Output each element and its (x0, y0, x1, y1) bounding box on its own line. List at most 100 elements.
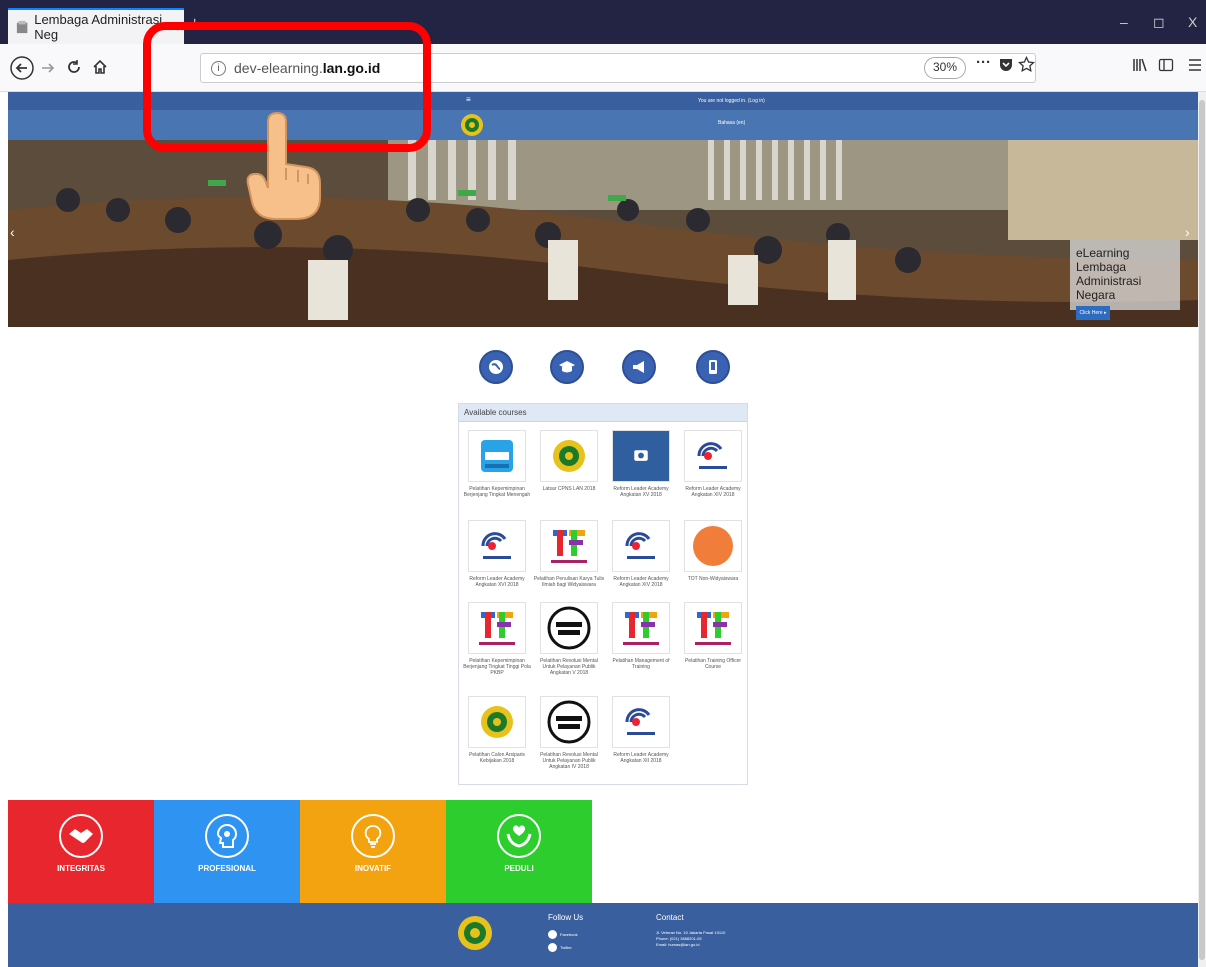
revolusi-logo-icon[interactable] (540, 696, 598, 748)
handshake-icon (59, 814, 103, 858)
lightbulb-icon (351, 814, 395, 858)
course-name[interactable]: Reform Leader Academy Angkatan XVI 2018 (461, 576, 533, 588)
value-profesional[interactable]: PROFESIONAL (154, 800, 300, 903)
course-name[interactable]: Reform Leader Academy Angkatan XIV 2018 (677, 486, 749, 498)
contact-email[interactable]: Email: humas@lan.go.id (656, 942, 725, 948)
course-name[interactable]: Pelatihan Calon Arsiparis Kebijakan 2018 (461, 752, 533, 764)
course-name[interactable]: Pelatihan Kepemimpinan Berjenjang Tingka… (461, 486, 533, 498)
twitter-icon (548, 943, 557, 952)
facebook-link[interactable]: Facebook (548, 930, 583, 939)
hero-caption-button[interactable]: Click Here ▸ (1076, 306, 1110, 320)
restore-button[interactable]: ◻ (1153, 14, 1165, 31)
twitter-link[interactable]: Twitter (548, 943, 583, 952)
hero-slider: ‹ › eLearning Lembaga Administrasi Negar… (8, 140, 1198, 327)
hand-pointer-icon (246, 112, 321, 220)
hero-next-arrow[interactable]: › (1185, 224, 1190, 240)
site-footer: Follow Us Facebook Twitter Contact Jl. V… (8, 903, 1198, 967)
tf-logo-icon[interactable] (612, 602, 670, 654)
course-item[interactable]: Pelatihan Kepemimpinan Berjenjang Tingka… (461, 602, 533, 676)
back-button[interactable] (10, 56, 34, 80)
topbar-menu-icon[interactable]: ≡ (466, 95, 471, 104)
hero-caption-title: eLearning Lembaga Administrasi Negara (1076, 246, 1142, 302)
close-window-button[interactable]: X (1188, 14, 1197, 30)
courses-header: Available courses (459, 404, 747, 422)
rla-logo-icon[interactable] (612, 696, 670, 748)
home-icon[interactable] (92, 59, 108, 75)
heart-hands-icon (497, 814, 541, 858)
course-name[interactable]: Pelatihan Revolusi Mental Untuk Pelayana… (533, 752, 605, 770)
conference-room-photo (8, 140, 1198, 327)
course-item[interactable]: Pelatihan Penulisan Karya Tulis Ilmiah b… (533, 520, 605, 588)
course-item[interactable]: Latsar CPNS LAN 2018 (533, 430, 605, 492)
zoom-level-button[interactable]: 30% (924, 57, 967, 79)
course-item[interactable]: Reform Leader Academy Angkatan XIV 2018 (677, 430, 749, 498)
page-actions-icon[interactable]: ··· (976, 54, 991, 71)
course-name[interactable]: Pelatihan Kepemimpinan Berjenjang Tingka… (461, 658, 533, 676)
course-name[interactable]: Reform Leader Academy Angkatan XIV 2018 (605, 576, 677, 588)
language-selector[interactable]: Bahasa (en) (718, 120, 745, 126)
footer-logo-icon (458, 916, 492, 950)
contact-title: Contact (656, 913, 684, 922)
value-inovatif[interactable]: INOVATIF (300, 800, 446, 903)
course-name[interactable]: Reform Leader Academy Angkatan XII 2018 (605, 752, 677, 764)
course-name[interactable]: Pelatihan Training Officer Course (677, 658, 749, 670)
tf-logo-icon[interactable] (540, 520, 598, 572)
library-icon[interactable] (1132, 57, 1148, 73)
tab-app-logo-icon[interactable] (468, 430, 526, 482)
course-name[interactable]: Pelatihan Revolusi Mental Untuk Pelayana… (533, 658, 605, 676)
megaphone-icon[interactable] (622, 350, 656, 384)
course-item[interactable]: Pelatihan Management of Training (605, 602, 677, 670)
course-item[interactable]: Reform Leader Academy Angkatan XII 2018 (605, 696, 677, 764)
course-item[interactable]: Pelatihan Training Officer Course (677, 602, 749, 670)
hero-caption: eLearning Lembaga Administrasi Negara Cl… (1070, 240, 1180, 320)
course-name[interactable]: Reform Leader Academy Angkatan XV 2018 (605, 486, 677, 498)
tf-logo-icon[interactable] (468, 602, 526, 654)
reload-icon[interactable] (66, 59, 82, 75)
tot-logo-icon[interactable] (684, 520, 742, 572)
follow-us-title: Follow Us (548, 913, 584, 922)
forward-icon[interactable] (40, 60, 56, 76)
rla-logo-icon[interactable] (684, 430, 742, 482)
globe-icon[interactable] (479, 350, 513, 384)
garuda-logo-icon[interactable] (540, 430, 598, 482)
bookmark-star-icon[interactable] (1018, 56, 1035, 73)
available-courses-panel: Available courses Pelatihan Kepemimpinan… (458, 403, 748, 785)
facebook-icon (548, 930, 557, 939)
minimize-button[interactable]: – (1120, 14, 1128, 30)
sidebar-icon[interactable] (1158, 57, 1174, 73)
course-item[interactable]: Pelatihan Revolusi Mental Untuk Pelayana… (533, 696, 605, 770)
graduation-cap-icon[interactable] (550, 350, 584, 384)
course-name[interactable]: TOT Non-Widyaiswara (677, 576, 749, 582)
login-status[interactable]: You are not logged in. (Log in) (698, 98, 765, 104)
value-label: INOVATIF (354, 864, 392, 873)
course-name[interactable]: Pelatihan Management of Training (605, 658, 677, 670)
rla-logo-icon[interactable] (468, 520, 526, 572)
menu-icon[interactable] (1188, 57, 1202, 73)
course-item[interactable]: Reform Leader Academy Angkatan XVI 2018 (461, 520, 533, 588)
course-item[interactable]: Reform Leader Academy Angkatan XIV 2018 (605, 520, 677, 588)
revolusi-logo-icon[interactable] (540, 602, 598, 654)
value-label: INTEGRITAS (57, 864, 105, 873)
value-label: PROFESIONAL (198, 864, 256, 873)
camera-logo-icon[interactable] (612, 430, 670, 482)
mobile-icon[interactable] (696, 350, 730, 384)
course-item[interactable]: Pelatihan Kepemimpinan Berjenjang Tingka… (461, 430, 533, 498)
site-favicon-icon (16, 20, 28, 34)
course-name[interactable]: Pelatihan Penulisan Karya Tulis Ilmiah b… (533, 576, 605, 588)
tf-logo-icon[interactable] (684, 602, 742, 654)
course-item[interactable]: Reform Leader Academy Angkatan XV 2018 (605, 430, 677, 498)
garuda-logo-icon[interactable] (468, 696, 526, 748)
head-icon (205, 814, 249, 858)
pocket-icon[interactable] (998, 57, 1014, 73)
value-label: PEDULI (504, 864, 534, 873)
course-item[interactable]: TOT Non-Widyaiswara (677, 520, 749, 582)
course-item[interactable]: Pelatihan Calon Arsiparis Kebijakan 2018 (461, 696, 533, 764)
course-item[interactable]: Pelatihan Revolusi Mental Untuk Pelayana… (533, 602, 605, 676)
course-name[interactable]: Latsar CPNS LAN 2018 (533, 486, 605, 492)
value-integritas[interactable]: INTEGRITAS (8, 800, 154, 903)
hero-prev-arrow[interactable]: ‹ (10, 224, 15, 240)
lan-logo-icon[interactable] (460, 112, 484, 138)
page-scrollbar-thumb[interactable] (1199, 100, 1205, 960)
rla-logo-icon[interactable] (612, 520, 670, 572)
value-peduli[interactable]: PEDULI (446, 800, 592, 903)
